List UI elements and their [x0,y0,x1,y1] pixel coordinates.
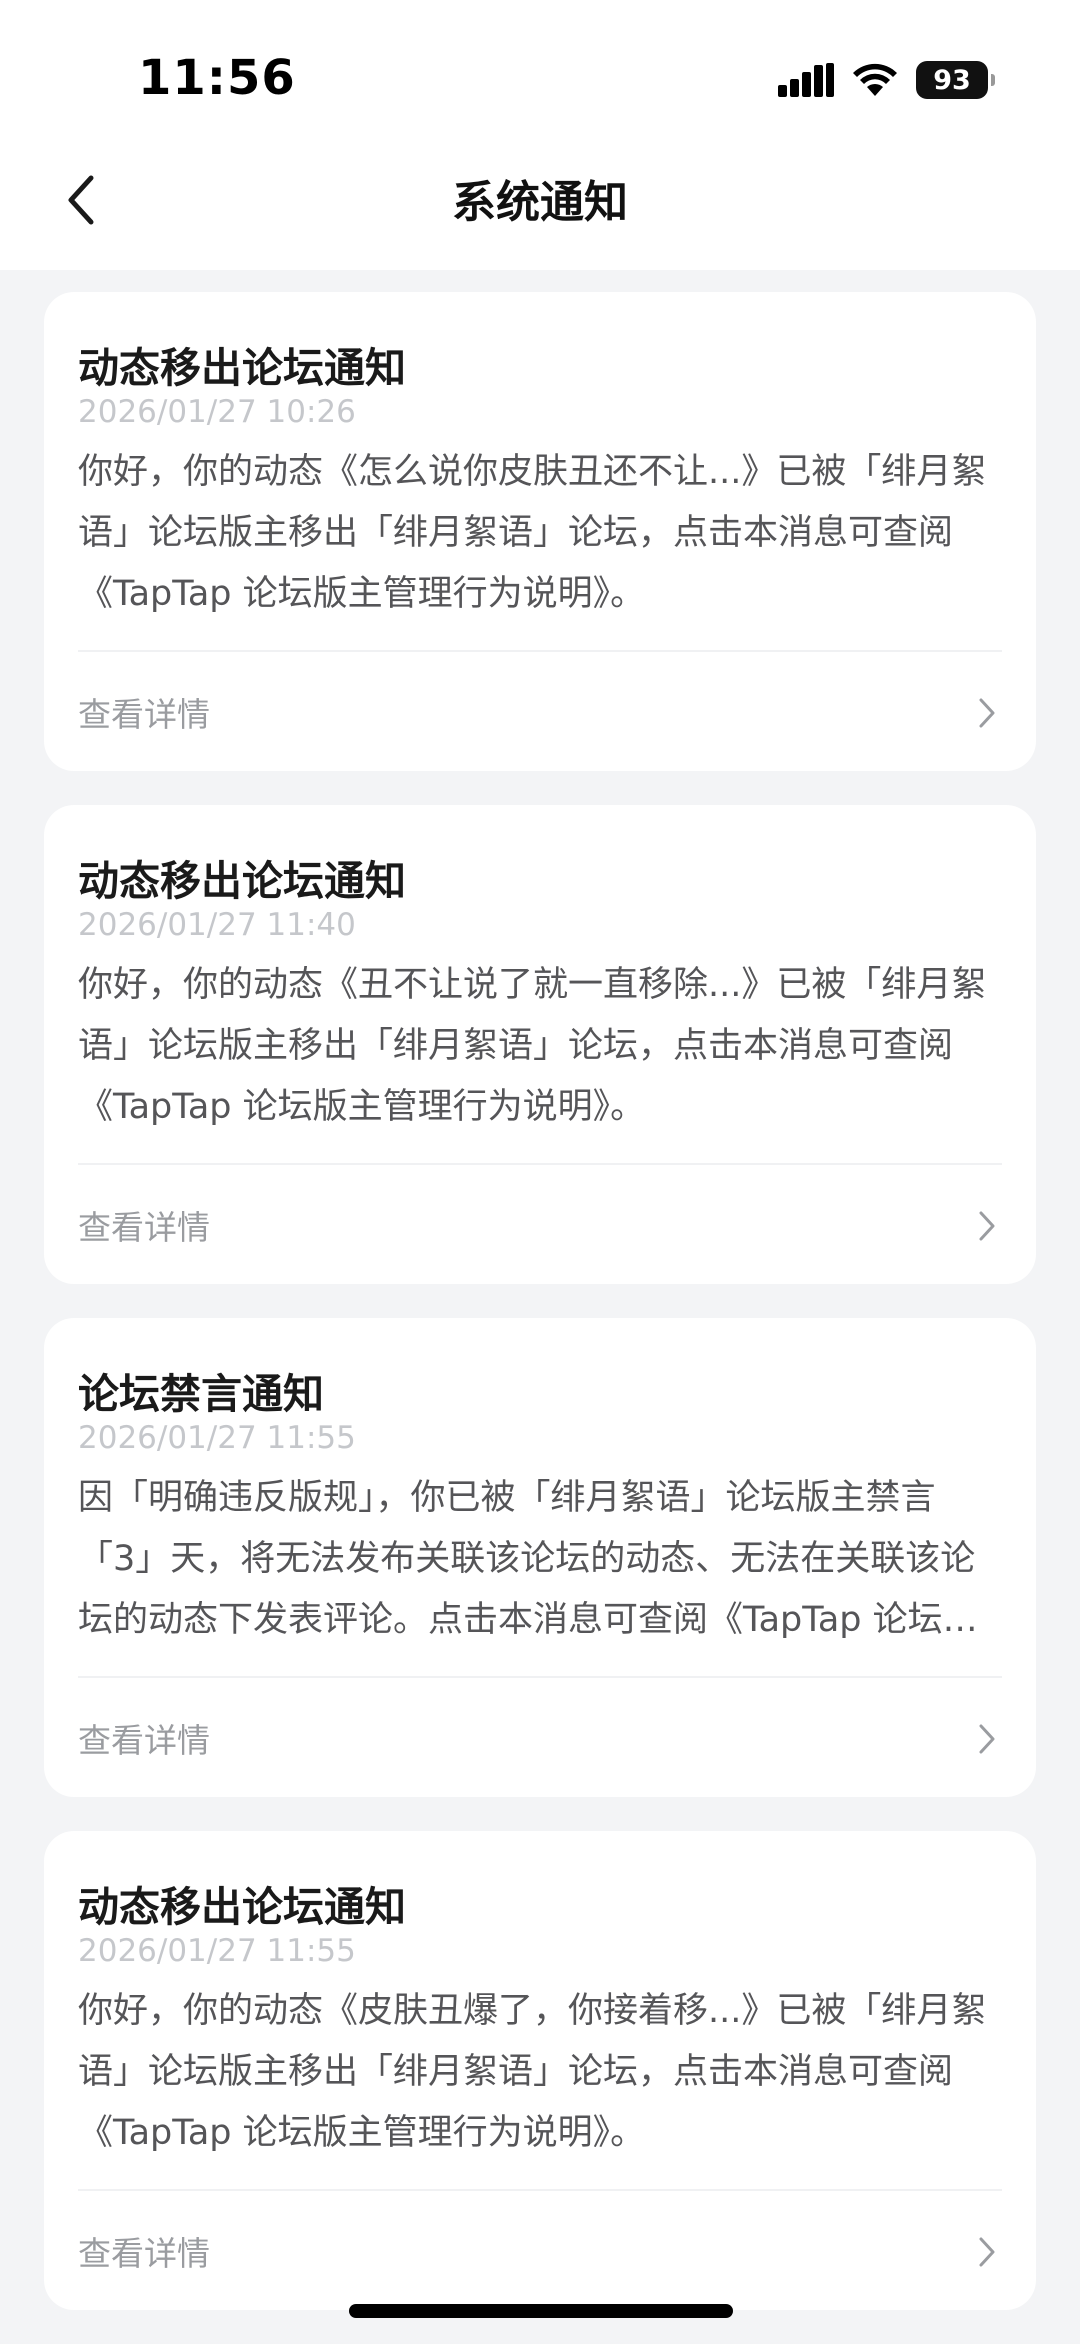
notification-card[interactable]: 动态移出论坛通知 2026/01/27 11:40 你好，你的动态《丑不让说了就… [44,805,1036,1284]
divider [78,1163,1002,1165]
divider [78,650,1002,652]
status-time: 11:56 [138,50,296,106]
notification-card[interactable]: 动态移出论坛通知 2026/01/27 10:26 你好，你的动态《怎么说你皮肤… [44,292,1036,771]
notification-timestamp: 2026/01/27 11:40 [78,907,356,943]
notification-title: 动态移出论坛通知 [78,857,406,905]
battery-cap [991,74,995,86]
view-details-label: 查看详情 [78,2234,210,2273]
view-details-label: 查看详情 [78,1208,210,1247]
battery-level: 93 [933,64,971,96]
chevron-right-icon [979,698,995,728]
notification-title: 论坛禁言通知 [78,1370,324,1418]
navigation-bar: 系统通知 [0,150,1080,270]
chevron-right-icon [979,2237,995,2267]
signal-icon [778,63,834,97]
view-details-button[interactable]: 查看详情 [44,1680,1036,1797]
notification-title: 动态移出论坛通知 [78,1883,406,1931]
divider [78,2189,1002,2191]
notification-card[interactable]: 动态移出论坛通知 2026/01/27 11:55 你好，你的动态《皮肤丑爆了，… [44,1831,1036,2310]
wifi-icon [853,63,897,96]
notification-body: 你好，你的动态《丑不让说了就一直移除...》已被「绯月絮语」论坛版主移出「绯月絮… [78,965,987,1127]
view-details-label: 查看详情 [78,1721,210,1760]
chevron-right-icon [979,1211,995,1241]
notification-title: 动态移出论坛通知 [78,344,406,392]
notification-body: 你好，你的动态《怎么说你皮肤丑还不让...》已被「绯月絮语」论坛版主移出「绯月絮… [78,452,987,614]
notification-body: 因「明确违反版规」，你已被「绯月絮语」论坛版主禁言「3」天，将无法发布关联该论坛… [78,1478,978,1640]
status-bar: 11:56 93 [0,0,1080,150]
home-indicator[interactable] [349,2304,733,2318]
notification-list: 动态移出论坛通知 2026/01/27 10:26 你好，你的动态《怎么说你皮肤… [44,292,1036,2344]
view-details-label: 查看详情 [78,695,210,734]
view-details-button[interactable]: 查看详情 [44,1167,1036,1284]
battery-icon: 93 [916,61,995,99]
notification-timestamp: 2026/01/27 11:55 [78,1933,356,1969]
status-icons: 93 [778,58,995,102]
view-details-button[interactable]: 查看详情 [44,2193,1036,2310]
page-title: 系统通知 [452,177,628,228]
chevron-right-icon [979,1724,995,1754]
notification-body: 你好，你的动态《皮肤丑爆了，你接着移...》已被「绯月絮语」论坛版主移出「绯月絮… [78,1991,987,2153]
notification-card[interactable]: 论坛禁言通知 2026/01/27 11:55 因「明确违反版规」，你已被「绯月… [44,1318,1036,1797]
divider [78,1676,1002,1678]
notification-timestamp: 2026/01/27 11:55 [78,1420,356,1456]
notification-timestamp: 2026/01/27 10:26 [78,394,356,430]
top-bar: 11:56 93 系统通知 [0,0,1080,270]
view-details-button[interactable]: 查看详情 [44,654,1036,771]
